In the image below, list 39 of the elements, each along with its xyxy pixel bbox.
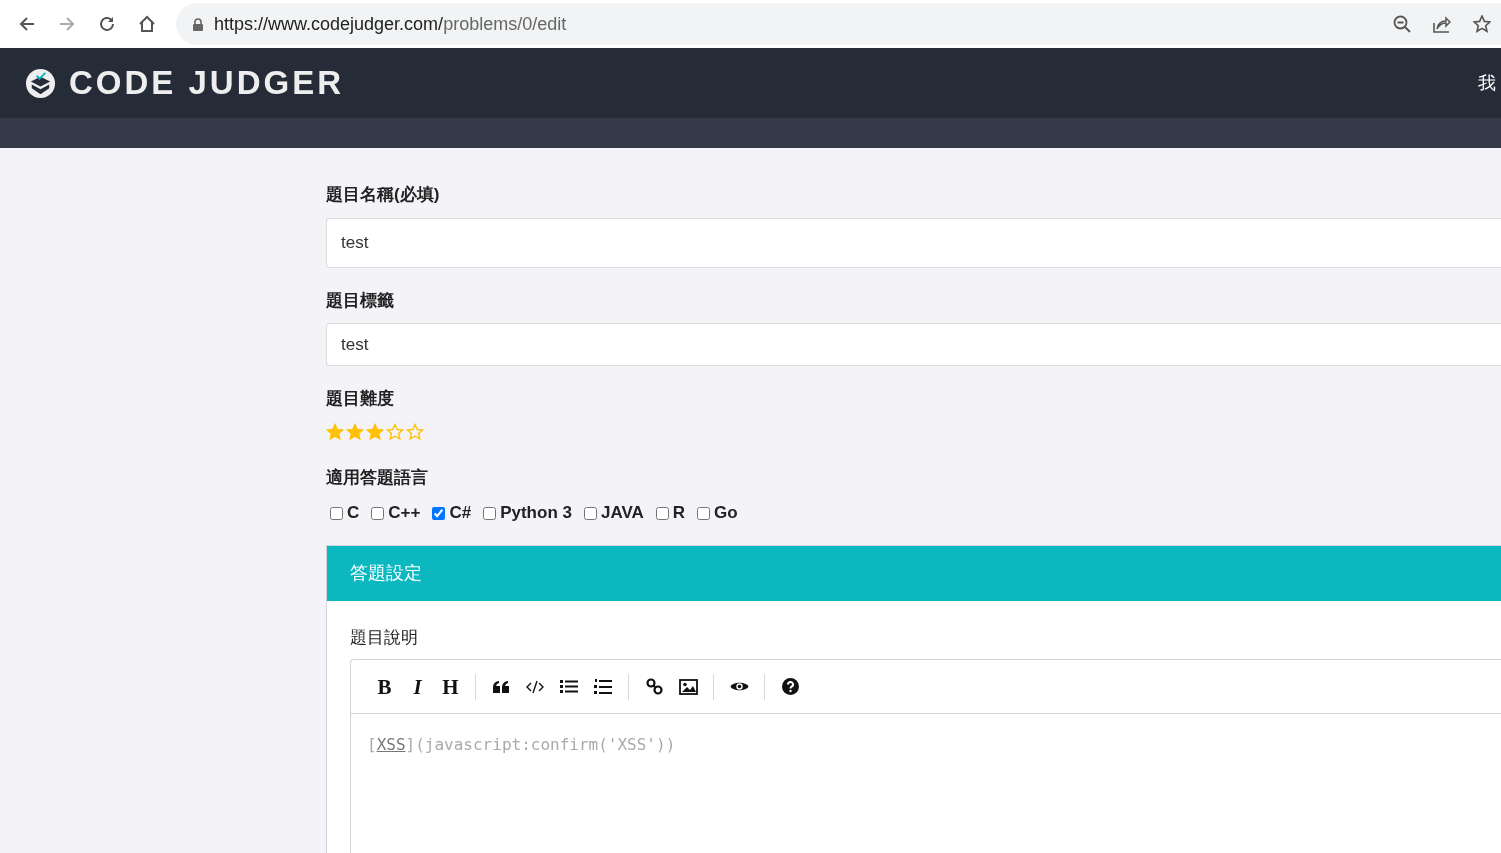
language-checkbox[interactable] <box>432 506 446 520</box>
heading-button[interactable]: H <box>434 671 467 702</box>
language-checkbox[interactable] <box>371 506 385 520</box>
markdown-editor[interactable]: B I H [XSS](javascript:confirm('XSS')) <box>350 659 1501 853</box>
share-icon[interactable] <box>1433 15 1451 33</box>
star-icon[interactable] <box>1473 15 1491 33</box>
field-label: 題目難度 <box>326 388 395 410</box>
italic-button[interactable]: I <box>401 671 434 702</box>
language-checkbox[interactable] <box>483 506 497 520</box>
language-label: C <box>347 502 360 525</box>
reload-icon[interactable] <box>98 15 116 33</box>
bold-button[interactable]: B <box>368 671 401 702</box>
editor-text[interactable]: [XSS](javascript:confirm('XSS')) <box>351 714 676 757</box>
language-label: Go <box>714 502 738 525</box>
home-icon[interactable] <box>138 15 156 33</box>
field-label: 題目名稱(必填) <box>326 184 441 206</box>
address-bar[interactable]: https://www.codejudger.com/problems/0/edit <box>176 3 1501 45</box>
language-label: JAVA <box>600 502 644 525</box>
logo-icon <box>25 67 56 99</box>
language-label: Python 3 <box>500 502 572 525</box>
title-input[interactable]: test <box>326 218 1501 268</box>
language-checkbox[interactable] <box>655 506 669 520</box>
zoom-out-icon[interactable] <box>1393 15 1411 33</box>
tags-input[interactable]: test <box>326 323 1501 366</box>
lock-icon <box>193 17 203 31</box>
back-icon[interactable] <box>18 15 36 33</box>
field-label: 題目說明 <box>350 627 419 647</box>
url-text: https://www.codejudger.com/problems/0/edit <box>214 12 567 36</box>
language-checkbox[interactable] <box>697 506 711 520</box>
language-label: C# <box>449 502 472 525</box>
card-title: 答題設定 <box>350 562 422 585</box>
language-label: R <box>672 502 686 525</box>
brand-name[interactable]: CODE JUDGER <box>69 58 345 108</box>
nav-menu-item[interactable]: 我 <box>1478 69 1501 97</box>
language-checkbox[interactable] <box>330 506 343 520</box>
field-label: 題目標籤 <box>326 290 395 312</box>
language-checkbox[interactable] <box>583 506 597 520</box>
language-label: C++ <box>388 502 421 525</box>
field-label: 適用答題語言 <box>326 467 429 489</box>
